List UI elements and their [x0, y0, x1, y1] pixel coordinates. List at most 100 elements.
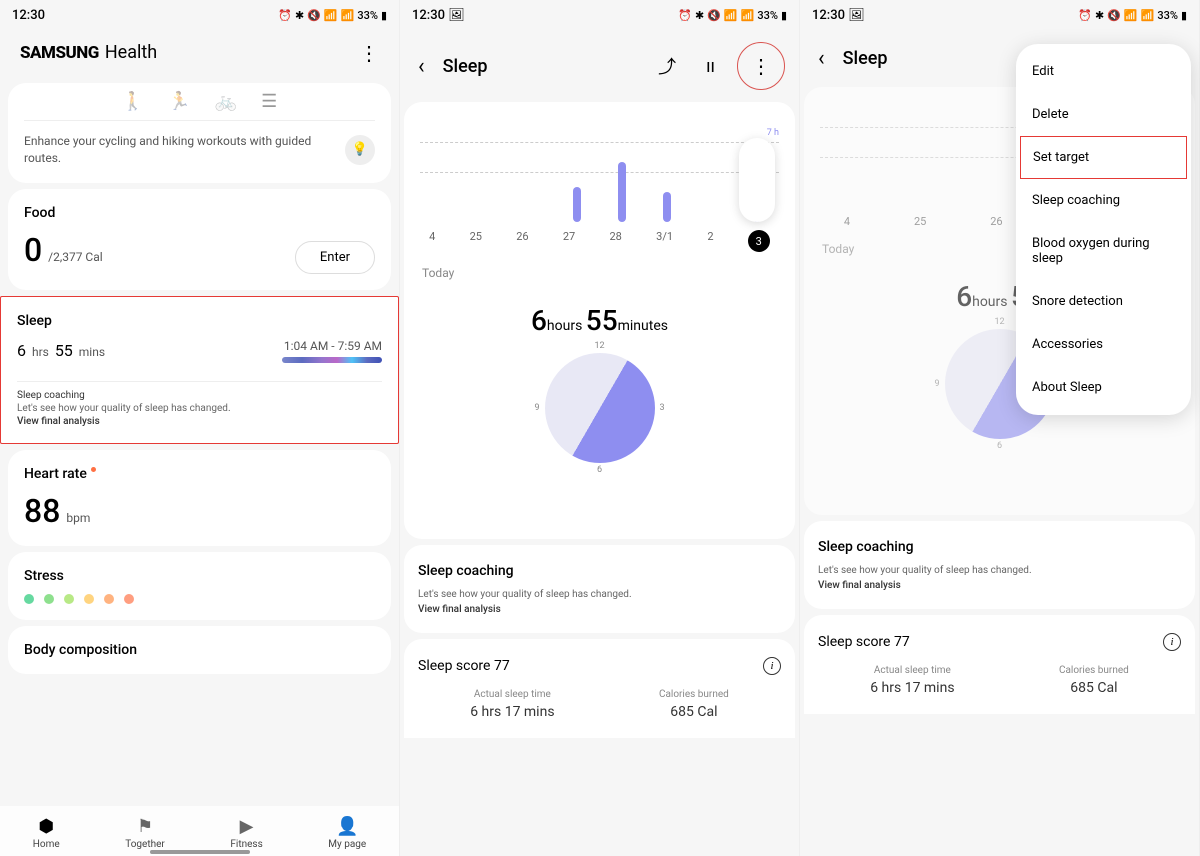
coaching-title: Sleep coaching	[418, 563, 781, 579]
bulb-icon[interactable]: 💡	[345, 135, 375, 165]
list-icon[interactable]: ☰	[261, 91, 277, 112]
stress-dot	[64, 594, 74, 604]
coaching-card[interactable]: Sleep coaching Let's see how your qualit…	[404, 545, 795, 633]
sleep-card[interactable]: Sleep 6 hrs 55 mins 1:04 AM - 7:59 AM Sl…	[0, 296, 399, 444]
status-bar: 12:30 🖼 ⏰✱🔇📶📶33%▮	[400, 0, 799, 30]
bike-icon[interactable]: 🚲	[215, 91, 237, 112]
date-label[interactable]: 28	[610, 230, 622, 252]
sleep-chart-card: 7 h 4252627283/123 Today 6hours 55minute…	[404, 102, 795, 539]
status-bar: 12:30 🖼 ⏰✱🔇📶📶33%▮	[800, 0, 1199, 30]
info-icon[interactable]: i	[1163, 633, 1181, 651]
coaching-text: Let's see how your quality of sleep has …	[17, 403, 382, 414]
sleep-mins: 55	[55, 341, 73, 360]
sleep-header: ‹ Sleep ⤴ ıı ⋮	[400, 30, 799, 102]
brand-logo: SAMSUNG	[20, 43, 99, 63]
pane-sleep-detail: 12:30 🖼 ⏰✱🔇📶📶33%▮ ‹ Sleep ⤴ ıı ⋮ 7 h 4 25…	[400, 0, 800, 856]
menu-sleep-coaching[interactable]: Sleep coaching	[1016, 179, 1191, 222]
menu-snore[interactable]: Snore detection	[1016, 280, 1191, 323]
score-card[interactable]: Sleep score 77 i Actual sleep time 6 hrs…	[804, 615, 1195, 714]
stress-dots	[24, 594, 375, 604]
calories-value: 685 Cal	[659, 704, 729, 720]
coaching-label: Sleep coaching	[17, 390, 382, 401]
sleep-clock-chart: 12 3 6 9	[545, 353, 655, 463]
sleep-hours: 6	[17, 341, 26, 360]
bottom-nav: ⬢ Home ⚑ Together ▶ Fitness 👤 My page	[0, 806, 399, 856]
gesture-handle[interactable]	[150, 850, 250, 854]
body-card[interactable]: Body composition	[8, 626, 391, 674]
walk-icon[interactable]: 🚶	[122, 91, 144, 112]
run-icon[interactable]: 🏃	[168, 91, 190, 112]
alert-dot-icon	[91, 467, 96, 472]
menu-delete[interactable]: Delete	[1016, 93, 1191, 136]
food-target: /2,377 Cal	[48, 250, 103, 264]
date-slider[interactable]	[739, 138, 775, 222]
date-label[interactable]: 3	[748, 230, 770, 252]
chart-toggle-icon[interactable]: ıı	[698, 56, 723, 77]
play-icon: ▶	[240, 816, 254, 837]
view-analysis-link[interactable]: View final analysis	[818, 580, 1181, 591]
sleep-bar-chart[interactable]: 7 h	[420, 142, 779, 222]
coaching-card[interactable]: Sleep coaching Let's see how your qualit…	[804, 521, 1195, 609]
sleep-bar[interactable]	[618, 162, 626, 222]
menu-edit[interactable]: Edit	[1016, 50, 1191, 93]
menu-about[interactable]: About Sleep	[1016, 366, 1191, 409]
view-analysis-link[interactable]: View final analysis	[17, 416, 382, 427]
status-icons: ⏰✱🔇📶📶33%▮	[278, 9, 387, 22]
heart-card[interactable]: Heart rate 88 bpm	[8, 450, 391, 546]
sleep-options-menu: Edit Delete Set target Sleep coaching Bl…	[1016, 44, 1191, 415]
date-row[interactable]: 4 25 26 27 28 3/1 2 3	[412, 230, 787, 252]
app-header: SAMSUNG Health ⋮	[0, 30, 399, 77]
date-label[interactable]: 27	[563, 230, 575, 252]
stress-card[interactable]: Stress	[8, 552, 391, 620]
enter-button[interactable]: Enter	[295, 241, 375, 274]
actual-sleep-value: 6 hrs 17 mins	[470, 704, 554, 720]
body-title: Body composition	[24, 642, 375, 658]
heart-title: Heart rate	[24, 466, 87, 482]
food-card[interactable]: Food 0 /2,377 Cal Enter	[8, 189, 391, 290]
info-icon[interactable]: i	[763, 657, 781, 675]
app-name: Health	[105, 42, 157, 63]
date-label[interactable]: 25	[470, 230, 482, 252]
today-label: Today	[412, 252, 787, 288]
back-icon[interactable]: ‹	[814, 42, 829, 75]
date-label[interactable]: 4	[429, 230, 435, 252]
stress-dot	[124, 594, 134, 604]
person-icon: 👤	[336, 816, 358, 837]
menu-blood-oxygen[interactable]: Blood oxygen during sleep	[1016, 222, 1191, 280]
nav-fitness[interactable]: ▶ Fitness	[230, 816, 262, 850]
date-label[interactable]: 3/1	[656, 230, 673, 252]
stress-dot	[84, 594, 94, 604]
share-icon[interactable]: ⤴	[650, 53, 684, 79]
date-label[interactable]: 2	[707, 230, 713, 252]
back-icon[interactable]: ‹	[414, 50, 429, 83]
status-time: 12:30	[12, 8, 45, 23]
view-analysis-link[interactable]: View final analysis	[418, 604, 781, 615]
menu-set-target[interactable]: Set target	[1020, 136, 1187, 179]
date-label[interactable]: 26	[516, 230, 528, 252]
food-value: 0	[24, 231, 42, 269]
stress-dot	[44, 594, 54, 604]
more-icon[interactable]: ⋮	[359, 43, 379, 63]
status-bar: 12:30 ⏰✱🔇📶📶33%▮	[0, 0, 399, 30]
heart-value: 88	[24, 492, 60, 530]
menu-accessories[interactable]: Accessories	[1016, 323, 1191, 366]
calories-label: Calories burned	[659, 689, 729, 700]
sleep-bar-chart	[282, 357, 382, 363]
sleep-bar[interactable]	[573, 187, 581, 222]
score-card[interactable]: Sleep score 77 i Actual sleep time 6 hrs…	[404, 639, 795, 738]
stress-title: Stress	[24, 568, 375, 584]
sleep-range: 1:04 AM - 7:59 AM	[282, 339, 382, 353]
hint-text: Enhance your cycling and hiking workouts…	[24, 133, 333, 167]
flag-icon: ⚑	[137, 816, 153, 837]
sleep-title: Sleep	[17, 313, 382, 329]
activity-card[interactable]: 🚶 🏃 🚲 ☰ Enhance your cycling and hiking …	[8, 83, 391, 183]
pane-sleep-menu: 12:30 🖼 ⏰✱🔇📶📶33%▮ ‹ Sleep 425262728 Toda…	[800, 0, 1200, 856]
nav-together[interactable]: ⚑ Together	[125, 816, 165, 850]
more-button-highlighted[interactable]: ⋮	[737, 42, 785, 90]
stress-dot	[24, 594, 34, 604]
home-icon: ⬢	[38, 816, 54, 837]
nav-home[interactable]: ⬢ Home	[33, 816, 60, 850]
nav-mypage[interactable]: 👤 My page	[328, 816, 366, 850]
sleep-bar[interactable]	[663, 192, 671, 222]
actual-sleep-label: Actual sleep time	[470, 689, 554, 700]
